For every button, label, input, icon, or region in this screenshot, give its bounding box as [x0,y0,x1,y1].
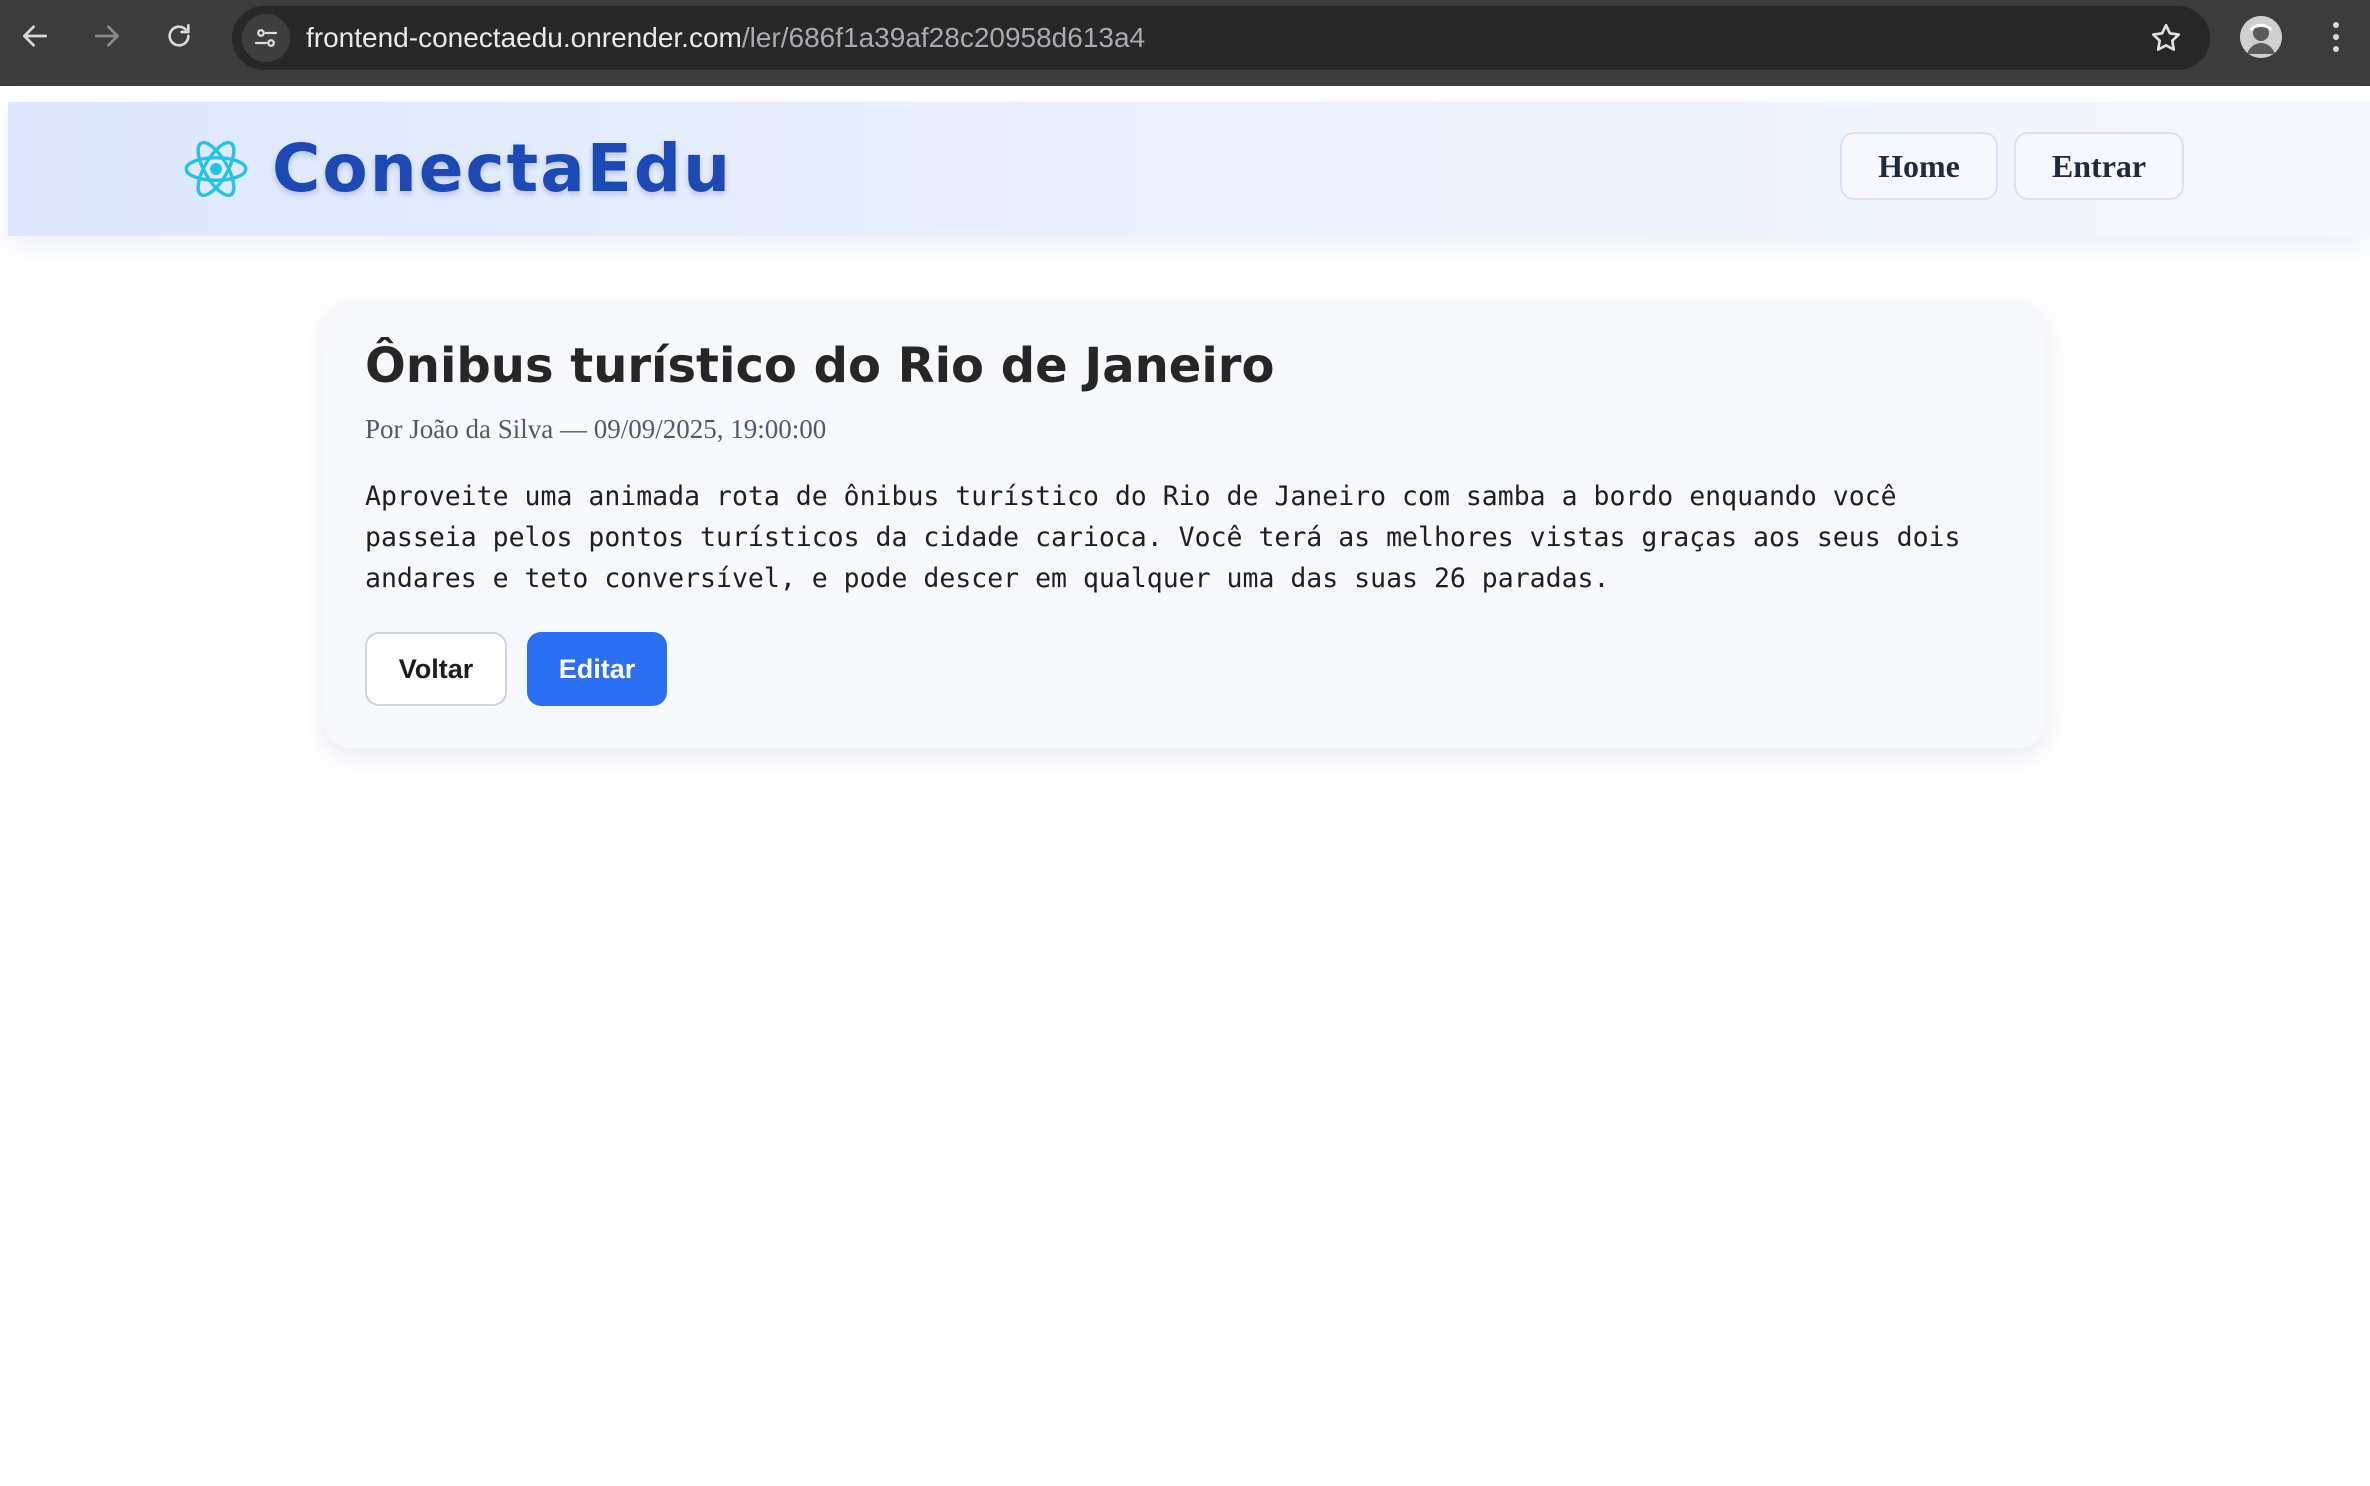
edit-button[interactable]: Editar [527,632,667,706]
brand-logo[interactable]: ConectaEdu [182,130,732,207]
site-header: ConectaEdu Home Entrar [8,102,2370,236]
reload-icon [168,24,190,47]
post-body: Aproveite uma animada rota de ônibus tur… [365,481,1961,594]
more-vert-icon[interactable] [2320,16,2352,58]
star-icon[interactable] [2148,20,2184,56]
profile-avatar-icon [2240,16,2282,58]
tune-icon [254,29,278,47]
browser-toolbar: frontend-conectaedu.onrender.com/ler/686… [0,0,2370,86]
site-info-button[interactable] [242,14,290,62]
post-meta: Por João da Silva — 09/09/2025, 19:00:00 [365,414,827,444]
nav-login-button[interactable]: Entrar [2014,132,2184,200]
reload-button[interactable] [158,15,200,57]
address-bar[interactable]: frontend-conectaedu.onrender.com/ler/686… [232,6,2210,70]
avatar[interactable] [2240,16,2282,58]
arrow-right-icon [95,25,119,47]
url-host: frontend-conectaedu.onrender.com [306,22,742,53]
react-atom-icon [184,140,248,197]
url-path: /ler/686f1a39af28c20958d613a4 [741,22,1146,53]
post-title: Ônibus turístico do Rio de Janeiro [365,338,1275,394]
brand-name: ConectaEdu [272,130,733,207]
back-button[interactable] [14,15,56,57]
arrow-left-icon [23,25,47,47]
back-button-voltar[interactable]: Voltar [365,632,507,706]
nav-home-button[interactable]: Home [1840,132,1998,200]
url-text[interactable]: frontend-conectaedu.onrender.com/ler/686… [306,6,1145,70]
forward-button[interactable] [86,15,128,57]
post-card: Ônibus turístico do Rio de Janeiro Por J… [324,302,2046,748]
